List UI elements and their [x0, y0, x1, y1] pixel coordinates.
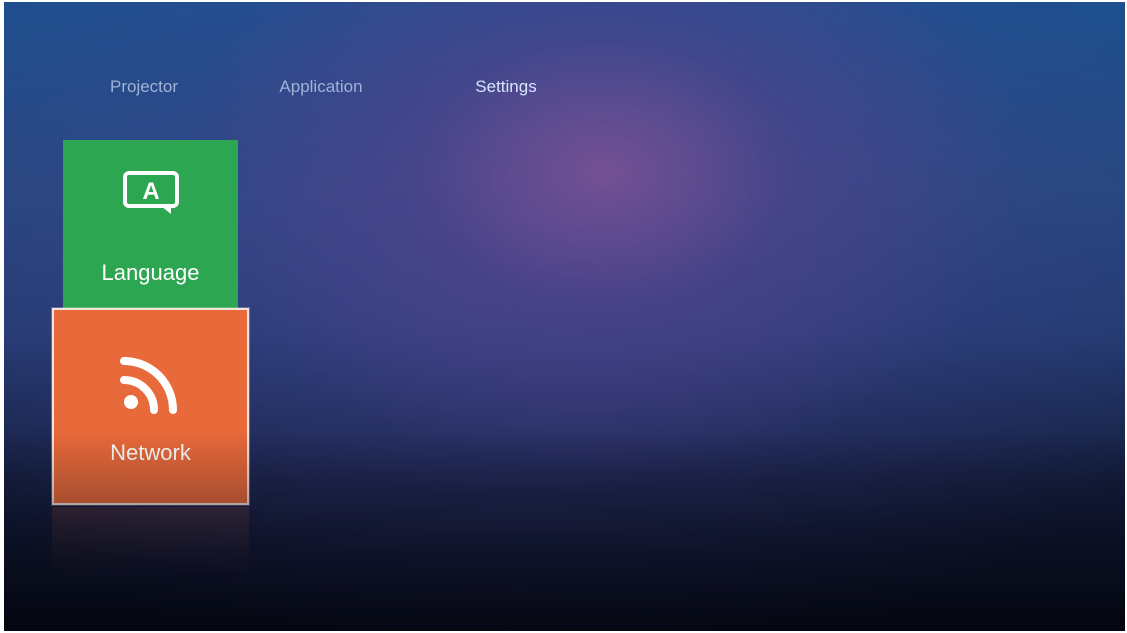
- language-icon: A: [121, 170, 181, 221]
- network-tile-reflection: [52, 507, 249, 577]
- tab-settings[interactable]: Settings: [424, 72, 588, 102]
- language-icon-glyph: A: [142, 178, 159, 205]
- tab-settings-label: Settings: [475, 77, 537, 96]
- wifi-icon: [119, 354, 182, 419]
- top-nav-tabs: Projector Application Settings: [4, 72, 704, 102]
- launcher-screen: Projector Application Settings A Languag…: [4, 2, 1125, 631]
- network-tile[interactable]: Network: [52, 308, 249, 505]
- tab-projector[interactable]: Projector: [92, 72, 196, 102]
- language-tile-label: Language: [101, 260, 200, 285]
- network-tile-label: Network: [110, 440, 191, 465]
- tab-application[interactable]: Application: [258, 72, 384, 102]
- language-tile[interactable]: A Language: [63, 140, 238, 308]
- tab-application-label: Application: [279, 77, 363, 96]
- tab-projector-label: Projector: [109, 77, 179, 96]
